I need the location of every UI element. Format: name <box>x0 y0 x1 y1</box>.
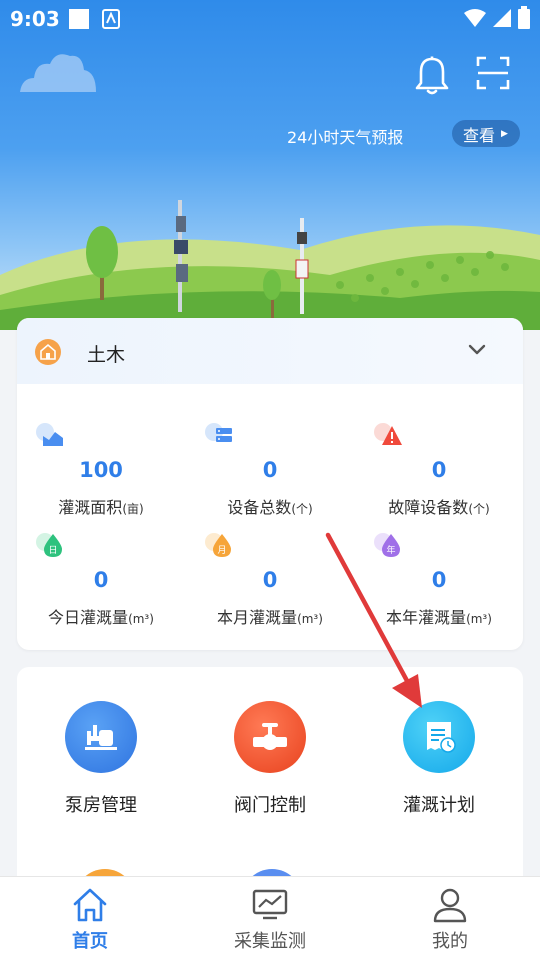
signal-icon <box>492 8 512 32</box>
status-bar: 9:03 <box>0 0 540 38</box>
day-icon: 日 <box>36 533 62 557</box>
monitor-icon <box>252 889 288 920</box>
site-stats-card: 土木 100 灌溉面积(亩) 0 设备总数(个) 0 故障设备数(个) 日 0 <box>17 318 523 650</box>
user-icon <box>433 888 467 923</box>
month-icon: 月 <box>205 533 231 557</box>
stat-label: 灌溉面积(亩) <box>58 498 144 517</box>
function-label: 阀门控制 <box>234 795 306 816</box>
home-icon <box>73 888 107 922</box>
site-name: 土木 <box>87 344 126 366</box>
stat-label: 故障设备数(个) <box>388 498 490 517</box>
nav-profile[interactable]: 我的 <box>360 877 540 960</box>
building-icon <box>35 339 61 365</box>
day-glyph: 日 <box>48 545 57 556</box>
pump-icon <box>65 701 137 773</box>
nav-home[interactable]: 首页 <box>0 877 180 960</box>
nav-label: 首页 <box>72 931 108 952</box>
site-selector[interactable]: 土木 <box>17 318 523 384</box>
app-notification-icon <box>101 8 121 34</box>
chevron-down-icon[interactable] <box>468 344 486 356</box>
warning-icon <box>374 423 402 445</box>
weather-forecast-label: 24小时天气预报 <box>287 128 404 147</box>
annotation-arrow-icon <box>325 532 422 708</box>
pump-room-button[interactable]: 泵房管理 <box>17 667 185 816</box>
nav-label: 采集监测 <box>234 931 306 952</box>
stat-value: 100 <box>79 458 123 482</box>
area-icon <box>36 423 63 446</box>
stat-label: 今日灌溉量(m³) <box>48 608 154 627</box>
stat-value: 0 <box>93 568 109 592</box>
view-forecast-button[interactable]: 查看 ▶ <box>452 120 520 147</box>
nav-monitoring[interactable]: 采集监测 <box>180 877 360 960</box>
function-label: 灌溉计划 <box>403 795 475 816</box>
stat-label: 设备总数(个) <box>227 498 313 517</box>
notification-square-icon <box>68 8 90 34</box>
farm-scenery-illustration <box>0 200 540 330</box>
cloud-decoration <box>20 54 96 92</box>
stat-faulty-devices: 0 故障设备数(个) <box>355 422 523 522</box>
stat-value: 0 <box>431 458 447 482</box>
function-label: 泵房管理 <box>65 795 137 816</box>
stat-today-irrigation: 日 0 今日灌溉量(m³) <box>17 532 185 632</box>
wifi-icon <box>463 8 487 32</box>
header-banner: 9:03 24小时天气预报 查看 ▶ <box>0 0 540 330</box>
valve-icon <box>234 701 306 773</box>
device-icon <box>205 423 232 442</box>
stat-value: 0 <box>262 458 278 482</box>
status-time: 9:03 <box>10 7 60 31</box>
month-glyph: 月 <box>217 545 226 556</box>
nav-label: 我的 <box>432 931 468 952</box>
battery-icon <box>517 6 531 34</box>
bell-icon[interactable] <box>414 56 450 96</box>
view-button-label: 查看 <box>463 125 496 145</box>
bottom-navigation: 首页 采集监测 我的 <box>0 876 540 960</box>
stat-irrigated-area: 100 灌溉面积(亩) <box>17 422 185 522</box>
stat-device-total: 0 设备总数(个) <box>186 422 354 522</box>
scan-icon[interactable] <box>476 56 510 90</box>
play-arrow-icon: ▶ <box>501 128 508 139</box>
